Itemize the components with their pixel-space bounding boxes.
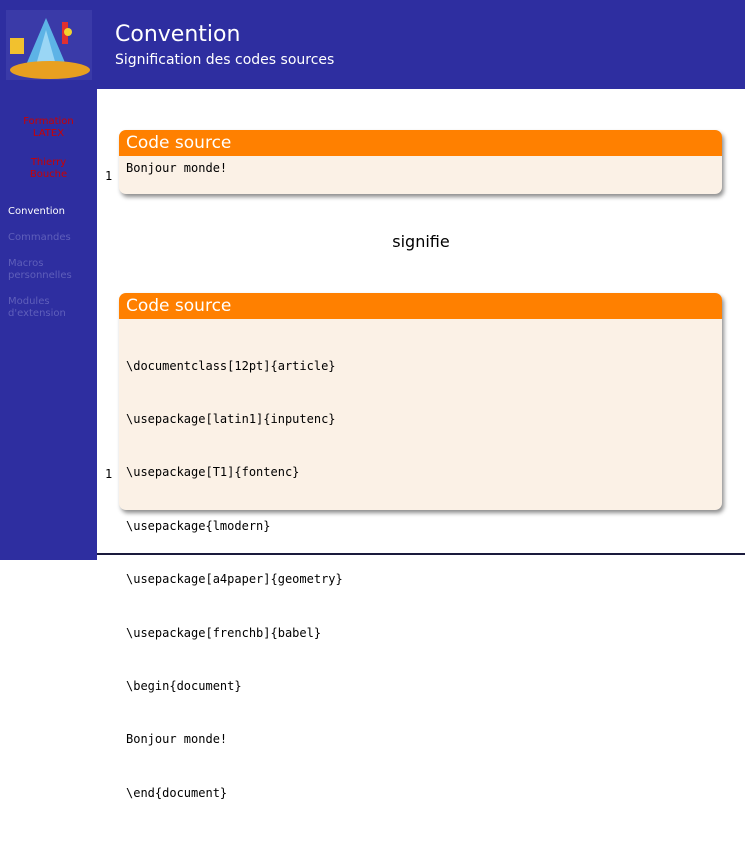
sidebar-title-line: LATEX [32, 128, 65, 139]
code-line: \usepackage[latin1]{inputenc} [126, 411, 336, 426]
code-block-1: Code source Bonjour monde! [119, 130, 722, 194]
block-heading: Code source [119, 293, 722, 319]
code-area: \documentclass[12pt]{article} \usepackag… [119, 319, 722, 842]
sidebar-item-macros[interactable]: Macros personnelles [8, 258, 88, 282]
page-title: Convention [115, 22, 241, 47]
sidebar-item-convention[interactable]: Convention [8, 206, 65, 218]
page-subtitle: Signification des codes sources [115, 52, 335, 68]
code-line: \usepackage[frenchb]{babel} [126, 625, 322, 640]
line-number: 1 [105, 169, 113, 183]
code-line: Bonjour monde! [126, 732, 228, 747]
middle-text: signifie [392, 232, 450, 251]
code-line: Bonjour monde! [126, 161, 228, 175]
code-block-2: Code source \documentclass[12pt]{article… [119, 293, 722, 800]
code-line: \usepackage{lmodern} [126, 518, 271, 533]
code-line: \usepackage[a4paper]{geometry} [126, 572, 343, 587]
bottom-divider [97, 553, 745, 555]
code-line: \begin{document} [126, 678, 242, 693]
sidebar-title-line: Formation [23, 116, 74, 127]
sidebar-presentation-title: Formation LATEX [0, 116, 97, 140]
sidebar-item-modules[interactable]: Modules d'extension [8, 296, 88, 320]
code-line: \end{document} [126, 785, 228, 800]
math-pop-logo [6, 10, 92, 80]
code-line: \documentclass[12pt]{article} [126, 358, 336, 373]
line-number: 1 [105, 467, 113, 481]
block-heading: Code source [119, 130, 722, 156]
sidebar-author-line: Thierry [30, 157, 67, 168]
frame-header: Convention Signification des codes sourc… [97, 0, 745, 89]
sidebar-author: Thierry Bouche [0, 157, 97, 181]
code-line: \usepackage[T1]{fontenc} [126, 465, 300, 480]
sidebar-author-line: Bouche [29, 169, 68, 180]
